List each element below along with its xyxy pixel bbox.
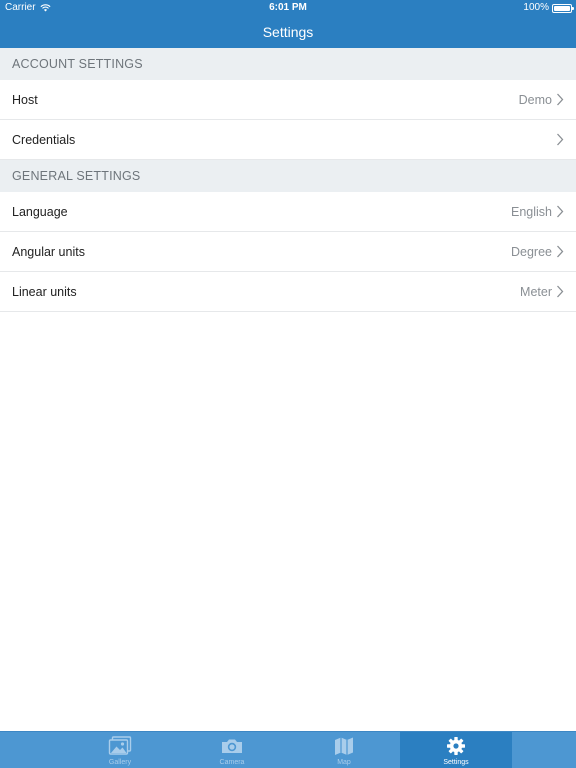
row-angular-units[interactable]: Angular units Degree [0,232,576,272]
page-title: Settings [262,24,314,40]
row-value: English [511,204,552,219]
tab-label: Gallery [108,759,132,766]
row-label: Linear units [12,284,77,299]
tab-label: Camera [219,759,245,766]
tab-label: Map [337,759,351,766]
chevron-right-icon [557,285,564,298]
gear-icon [447,737,465,755]
chevron-right-icon [557,245,564,258]
row-value: Meter [520,284,552,299]
row-language[interactable]: Language English [0,192,576,232]
tab-map[interactable]: Map [288,732,400,768]
row-right: English [511,205,564,219]
row-value: Demo [518,92,552,107]
camera-icon [222,739,242,753]
map-icon [335,737,353,755]
row-linear-units[interactable]: Linear units Meter [0,272,576,312]
battery-percent: 100% [523,2,549,13]
gallery-icon [108,736,132,755]
battery-fill [554,5,570,11]
tab-bar: Gallery Camera Map Settings [0,731,576,768]
row-value: Degree [511,244,552,259]
row-label: Host [12,92,38,107]
battery-icon [552,3,574,13]
settings-list: ACCOUNT SETTINGS Host Demo Credentials G… [0,48,576,312]
row-right: Meter [520,285,564,299]
navigation-bar: Carrier 6:01 PM 100% Settings [0,0,576,48]
row-label: Language [12,204,68,219]
section-header-account: ACCOUNT SETTINGS [0,48,576,80]
tab-settings[interactable]: Settings [400,732,512,768]
row-right: Demo [519,93,564,107]
tab-gallery[interactable]: Gallery [64,732,176,768]
chevron-right-icon [557,93,564,106]
status-time: 6:01 PM [269,2,307,13]
row-label: Angular units [12,244,85,259]
row-label: Credentials [12,132,76,147]
row-right: Degree [511,245,564,259]
section-header-general: GENERAL SETTINGS [0,160,576,192]
chevron-right-icon [557,205,564,218]
status-bar: Carrier 6:01 PM 100% [0,0,576,16]
chevron-right-icon [557,133,564,146]
row-credentials[interactable]: Credentials [0,120,576,160]
status-right: 100% [523,0,574,16]
tab-camera[interactable]: Camera [176,732,288,768]
row-host[interactable]: Host Demo [0,80,576,120]
row-right [552,133,564,146]
tab-label: Settings [443,759,469,766]
